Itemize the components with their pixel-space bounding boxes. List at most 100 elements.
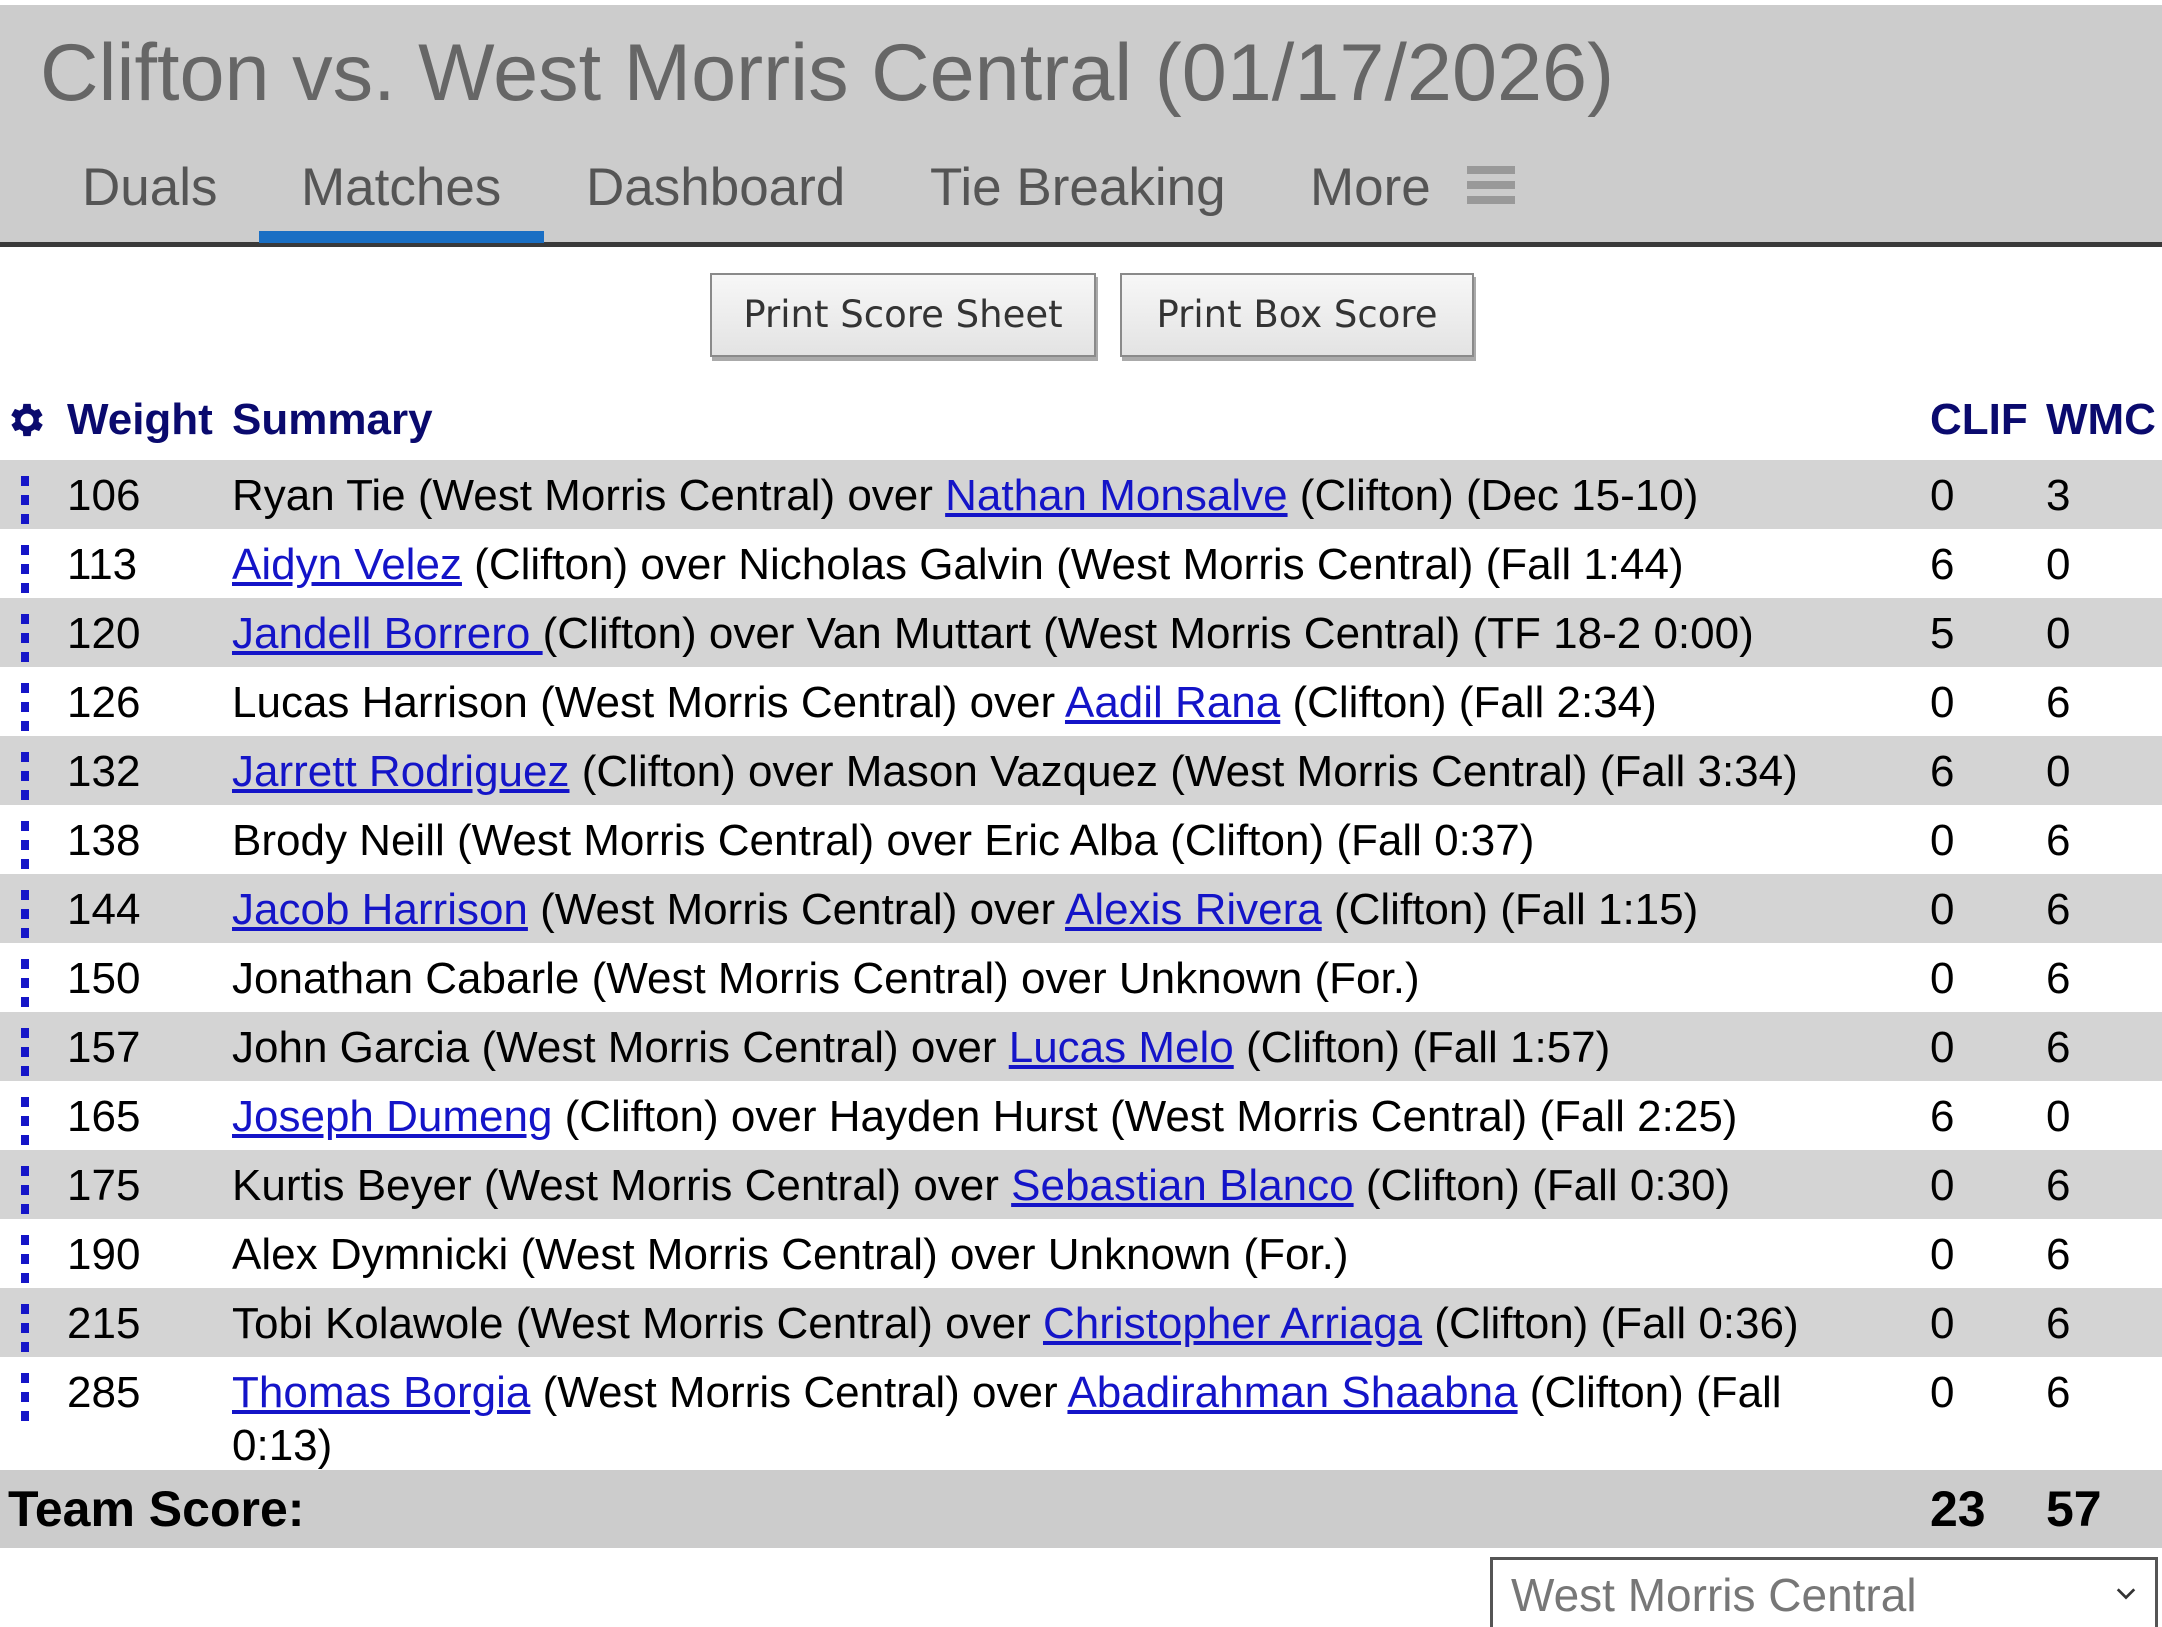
summary-text: (West Morris Central) over	[530, 1368, 1068, 1417]
summary-text: Tobi Kolawole (West Morris Central) over	[232, 1299, 1043, 1348]
summary-text: (Clifton) over Van Muttart (West Morris …	[542, 609, 1754, 658]
summary-cell: John Garcia (West Morris Central) over L…	[232, 1022, 1852, 1075]
wrestler-link[interactable]: Aidyn Velez	[232, 540, 462, 589]
column-header-wmc[interactable]: WMC	[2046, 395, 2156, 445]
table-row: 175 Kurtis Beyer (West Morris Central) ov…	[0, 1150, 2162, 1219]
table-row: 157 John Garcia (West Morris Central) ove…	[0, 1012, 2162, 1081]
tab-tie-breaking[interactable]: Tie Breaking	[930, 153, 1226, 243]
summary-cell: Ryan Tie (West Morris Central) over Nath…	[232, 470, 1852, 523]
row-menu-icon[interactable]	[21, 476, 29, 524]
row-menu-icon[interactable]	[21, 1097, 29, 1145]
row-menu-icon[interactable]	[21, 959, 29, 1007]
table-row: 190 Alex Dymnicki (West Morris Central) o…	[0, 1219, 2162, 1288]
row-menu-icon[interactable]	[21, 1304, 29, 1352]
weight-cell: 138	[67, 816, 141, 865]
table-row: 144 Jacob Harrison (West Morris Central) …	[0, 874, 2162, 943]
weight-cell: 120	[67, 609, 141, 658]
weight-cell: 215	[67, 1299, 141, 1348]
wrestler-link[interactable]: Aadil Rana	[1065, 678, 1280, 727]
print-score-sheet-button[interactable]: Print Score Sheet	[710, 273, 1096, 357]
summary-text: (Clifton) over Mason Vazquez (West Morri…	[569, 747, 1798, 796]
row-menu-icon[interactable]	[21, 821, 29, 869]
wmc-score-cell: 0	[2046, 540, 2071, 589]
gear-icon[interactable]	[5, 398, 49, 442]
wmc-score-cell: 6	[2046, 885, 2071, 934]
table-header: Weight Summary CLIF WMC	[0, 390, 2162, 460]
weight-cell: 126	[67, 678, 141, 727]
wmc-score-cell: 0	[2046, 609, 2071, 658]
summary-cell: Tobi Kolawole (West Morris Central) over…	[232, 1298, 1852, 1351]
wrestler-link[interactable]: Jandell Borrero	[232, 609, 543, 658]
row-menu-icon[interactable]	[21, 614, 29, 662]
table-row: 215 Tobi Kolawole (West Morris Central) o…	[0, 1288, 2162, 1357]
wmc-score-cell: 6	[2046, 1161, 2071, 1210]
summary-text: (Clifton) (Fall 2:34)	[1280, 678, 1657, 727]
clif-score-cell: 6	[1930, 747, 1955, 796]
column-header-clif[interactable]: CLIF	[1930, 395, 2028, 445]
row-menu-icon[interactable]	[21, 545, 29, 593]
wrestler-link[interactable]: Thomas Borgia	[232, 1368, 530, 1417]
team-score-clif: 23	[1930, 1481, 1986, 1537]
weight-cell: 285	[67, 1368, 141, 1417]
wmc-score-cell: 6	[2046, 1023, 2071, 1072]
clif-score-cell: 0	[1930, 1368, 1955, 1417]
clif-score-cell: 6	[1930, 1092, 1955, 1141]
table-row: 150 Jonathan Cabarle (West Morris Central…	[0, 943, 2162, 1012]
summary-text: (West Morris Central) over	[405, 471, 946, 520]
summary-text: Alex Dymnicki (West Morris Central) over…	[232, 1230, 1349, 1279]
tab-dashboard[interactable]: Dashboard	[586, 153, 845, 243]
team-score-row: Team Score: 23 57	[0, 1470, 2162, 1548]
summary-text: (Clifton) (Fall 1:57)	[1233, 1023, 1611, 1072]
row-menu-icon[interactable]	[21, 1166, 29, 1214]
wrestler-link[interactable]: Abadirahman Shaabna	[1067, 1368, 1517, 1417]
summary-cell: Kurtis Beyer (West Morris Central) over …	[232, 1160, 1852, 1213]
wrestler-link[interactable]: Jacob Harrison	[232, 885, 528, 934]
wrestler-link[interactable]: Joseph Dumeng	[232, 1092, 552, 1141]
tab-matches[interactable]: Matches	[259, 153, 544, 243]
team-score-wmc: 57	[2046, 1481, 2102, 1537]
chevron-down-icon	[2116, 1588, 2136, 1600]
row-menu-icon[interactable]	[21, 752, 29, 800]
wrestler-link[interactable]: Sebastian Blanco	[1011, 1161, 1353, 1210]
wmc-score-cell: 6	[2046, 1230, 2071, 1279]
summary-text: (Clifton) (Fall 1:15)	[1321, 885, 1699, 934]
column-header-summary[interactable]: Summary	[232, 395, 433, 445]
wmc-score-cell: 6	[2046, 678, 2071, 727]
summary-cell: Thomas Borgia (West Morris Central) over…	[232, 1367, 1852, 1473]
summary-text: Jonathan Cabarle (West Morris Central) o…	[232, 954, 1420, 1003]
wrestler-link[interactable]: Nathan Monsalve	[945, 471, 1287, 520]
row-menu-icon[interactable]	[21, 1235, 29, 1283]
row-menu-icon[interactable]	[21, 1373, 29, 1421]
summary-text: (West Morris Central) over	[527, 885, 1065, 934]
wmc-score-cell: 6	[2046, 954, 2071, 1003]
summary-cell: Jarrett Rodriguez (Clifton) over Mason V…	[232, 746, 1852, 799]
row-menu-icon[interactable]	[21, 890, 29, 938]
summary-text: (Clifton) over Hayden Hurst (West Morris…	[552, 1092, 1738, 1141]
summary-text: Brody Neill (West Morris Central) over E…	[232, 816, 1535, 865]
summary-cell: Jonathan Cabarle (West Morris Central) o…	[232, 953, 1852, 1006]
wrestler-link[interactable]: Christopher Arriaga	[1043, 1299, 1422, 1348]
tab-more[interactable]: More	[1310, 153, 1431, 243]
hamburger-icon[interactable]	[1467, 166, 1515, 204]
tab-duals[interactable]: Duals	[82, 153, 218, 243]
weight-cell: 113	[67, 540, 138, 589]
column-header-weight[interactable]: Weight	[67, 395, 213, 445]
header-bar: Clifton vs. West Morris Central (01/17/2…	[0, 5, 2162, 247]
wrestler-link[interactable]: Alexis Rivera	[1065, 885, 1322, 934]
summary-text: (Clifton) (Fall 0:30)	[1353, 1161, 1731, 1210]
team-select[interactable]: West Morris Central	[1490, 1557, 2158, 1627]
clif-score-cell: 0	[1930, 678, 1955, 727]
wrestler-link[interactable]: Lucas Melo	[1009, 1023, 1234, 1072]
summary-text: (Clifton) over Nicholas Galvin (West Mor…	[461, 540, 1684, 589]
page-title: Clifton vs. West Morris Central (01/17/2…	[40, 28, 1615, 118]
summary-text: (Clifton) (Dec 15-10)	[1287, 471, 1699, 520]
summary-cell: Jacob Harrison (West Morris Central) ove…	[232, 884, 1852, 937]
summary-text: John Garcia (West Morris Central) over	[232, 1023, 1009, 1072]
wrestler-link[interactable]: Jarrett Rodriguez	[232, 747, 569, 796]
table-row: 138 Brody Neill (West Morris Central) ove…	[0, 805, 2162, 874]
clif-score-cell: 0	[1930, 885, 1955, 934]
wmc-score-cell: 6	[2046, 816, 2071, 865]
print-box-score-button[interactable]: Print Box Score	[1120, 273, 1474, 357]
row-menu-icon[interactable]	[21, 683, 29, 731]
row-menu-icon[interactable]	[21, 1028, 29, 1076]
